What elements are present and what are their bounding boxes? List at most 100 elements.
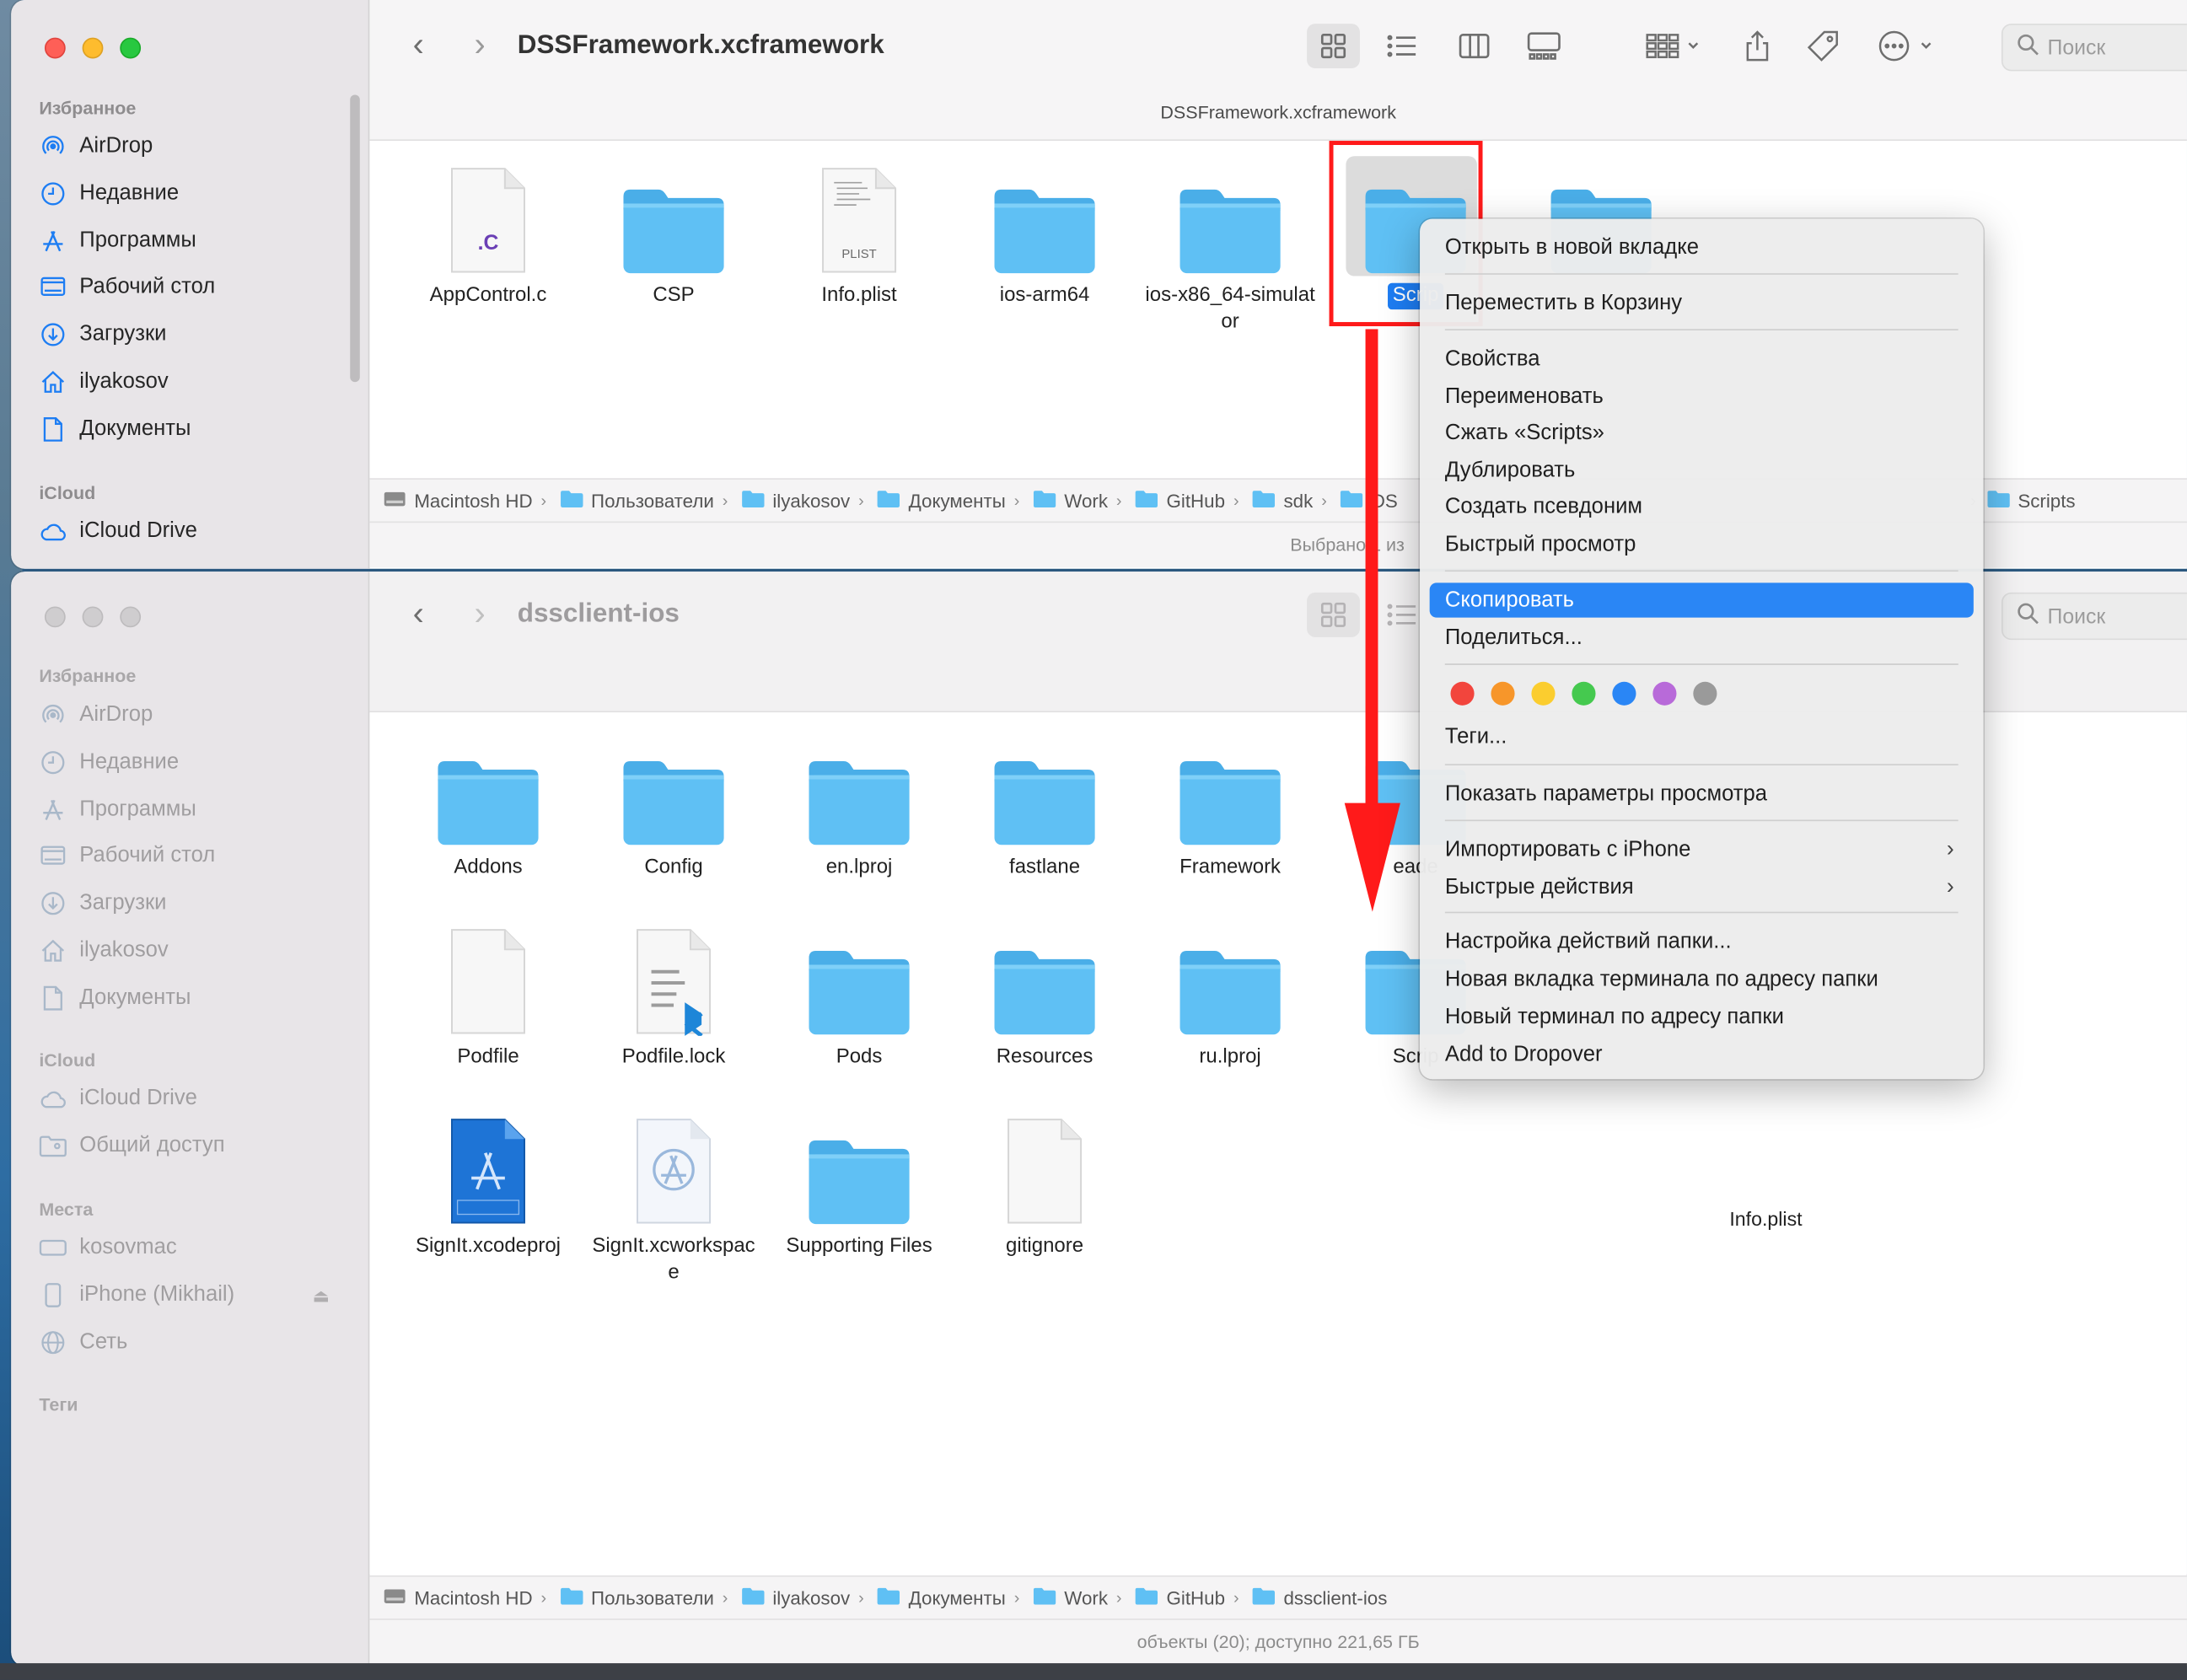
sidebar-item-icloud-drive[interactable]: iCloud Drive xyxy=(39,512,197,550)
sidebar-item-icloud-drive[interactable]: iCloud Drive xyxy=(39,1079,197,1118)
close-button[interactable] xyxy=(44,606,66,628)
file-item[interactable]: PLIST Info.plist xyxy=(769,160,950,309)
file-item[interactable]: gitignore xyxy=(954,1111,1136,1260)
path-segment[interactable]: Work › xyxy=(1033,490,1122,511)
path-segment[interactable]: GitHub › xyxy=(1136,1586,1239,1608)
sidebar-item-недавние[interactable]: Недавние xyxy=(39,174,179,212)
path-segment[interactable]: Документы › xyxy=(878,490,1019,511)
tag-color-dot[interactable] xyxy=(1572,681,1596,706)
folder-item[interactable]: Pods xyxy=(769,921,950,1071)
back-button[interactable]: ‹ xyxy=(400,595,437,633)
tag-color-dot[interactable] xyxy=(1450,681,1475,706)
folder-item[interactable]: en.lproj xyxy=(769,732,950,881)
menu-item[interactable]: Переименовать xyxy=(1430,379,1974,414)
menu-item[interactable]: Поделиться... xyxy=(1430,620,1974,655)
menu-item[interactable]: Создать псевдоним xyxy=(1430,490,1974,524)
sidebar-item-недавние[interactable]: Недавние xyxy=(39,743,179,781)
search-field[interactable]: Поиск xyxy=(2001,592,2187,641)
tag-color-dot[interactable] xyxy=(1612,681,1636,706)
forward-button[interactable]: › xyxy=(462,595,498,633)
share-button[interactable] xyxy=(1737,24,1779,68)
path-segment[interactable]: Macintosh HD › xyxy=(384,490,546,511)
close-button[interactable] xyxy=(44,37,66,59)
path-segment[interactable]: Пользователи › xyxy=(560,1586,728,1608)
menu-item[interactable]: Новый терминал по адресу папки xyxy=(1430,1000,1974,1034)
zoom-button[interactable] xyxy=(120,606,142,628)
minimize-button[interactable] xyxy=(82,606,104,628)
sidebar-item-ilyakosov[interactable]: ilyakosov xyxy=(39,362,169,401)
path-segment-end[interactable]: › Scripts xyxy=(1970,490,2076,511)
group-by-button[interactable] xyxy=(1642,24,1706,68)
sidebar-item-рабочий-стол[interactable]: Рабочий стол xyxy=(39,837,215,876)
folder-item[interactable]: CSP xyxy=(583,160,764,309)
sidebar-item-рабочий-стол[interactable]: Рабочий стол xyxy=(39,268,215,307)
sidebar-item-загрузки[interactable]: Загрузки xyxy=(39,315,167,354)
menu-item[interactable]: Быстрый просмотр xyxy=(1430,527,1974,561)
sidebar-item-программы[interactable]: Программы xyxy=(39,221,196,260)
folder-item[interactable]: Config xyxy=(583,732,764,881)
tag-color-dot[interactable] xyxy=(1491,681,1515,706)
path-segment[interactable]: Macintosh HD › xyxy=(384,1587,546,1608)
folder-item[interactable]: Addons xyxy=(397,732,578,881)
list-view-button[interactable] xyxy=(1377,24,1427,68)
sidebar-item-документы[interactable]: Документы xyxy=(39,979,191,1017)
tag-color-dot[interactable] xyxy=(1531,681,1556,706)
path-segment[interactable]: Пользователи › xyxy=(560,490,728,511)
folder-item[interactable]: ios-arm64 xyxy=(954,160,1136,309)
folder-item[interactable]: Resources xyxy=(954,921,1136,1071)
sidebar-item-загрузки[interactable]: Загрузки xyxy=(39,884,167,923)
zoom-button[interactable] xyxy=(120,37,142,59)
menu-item[interactable]: Сжать «Scripts» xyxy=(1430,416,1974,450)
folder-item[interactable]: Framework xyxy=(1140,732,1321,881)
file-item[interactable]: .C AppControl.c xyxy=(397,160,578,309)
path-segment[interactable]: ilyakosov › xyxy=(741,1586,864,1608)
sidebar-item-общий-доступ[interactable]: Общий доступ xyxy=(39,1126,225,1165)
menu-item[interactable]: Скопировать xyxy=(1429,582,1974,618)
menu-item[interactable]: Add to Dropover xyxy=(1430,1038,1974,1072)
folder-item[interactable]: ios-x86_64-simulator xyxy=(1140,160,1321,335)
tag-color-dot[interactable] xyxy=(1652,681,1677,706)
sidebar-scrollbar[interactable] xyxy=(350,94,360,383)
sidebar-item-ilyakosov[interactable]: ilyakosov xyxy=(39,931,169,970)
file-item[interactable]: SignIt.xcworkspac e xyxy=(583,1111,764,1286)
menu-item[interactable]: Импортировать с iPhone › xyxy=(1430,832,1974,867)
column-view-button[interactable] xyxy=(1449,24,1500,68)
path-segment[interactable]: ilyakosov › xyxy=(741,490,864,511)
path-segment[interactable]: sdk › xyxy=(1253,490,1327,511)
menu-item[interactable]: Открыть в новой вкладке xyxy=(1430,230,1974,265)
gallery-view-button[interactable] xyxy=(1516,24,1572,68)
path-segment[interactable]: Документы › xyxy=(878,1586,1019,1608)
eject-icon[interactable]: ⏏ xyxy=(313,1285,330,1307)
folder-item[interactable]: fastlane xyxy=(954,732,1136,881)
sidebar-item-сеть[interactable]: Сеть xyxy=(39,1323,127,1362)
file-item[interactable]: SignIt.xcodeproj xyxy=(397,1111,578,1260)
tag-button[interactable] xyxy=(1801,24,1846,68)
folder-item[interactable]: ru.lproj xyxy=(1140,921,1321,1071)
menu-item[interactable]: Переместить в Корзину xyxy=(1430,286,1974,320)
menu-item[interactable]: Новая вкладка терминала по адресу папки xyxy=(1430,962,1974,996)
minimize-button[interactable] xyxy=(82,37,104,59)
sidebar-item-iphone-mikhail-[interactable]: iPhone (Mikhail) xyxy=(39,1275,234,1314)
file-item[interactable]: Podfile xyxy=(397,921,578,1071)
menu-item[interactable]: Теги... xyxy=(1430,719,1974,754)
menu-item[interactable]: Настройка действий папки... xyxy=(1430,925,1974,959)
forward-button[interactable]: › xyxy=(462,26,498,64)
file-item[interactable]: Podfile.lock xyxy=(583,921,764,1071)
folder-item[interactable]: Supporting Files xyxy=(769,1111,950,1260)
sidebar-item-airdrop[interactable]: AirDrop xyxy=(39,127,153,166)
sidebar-item-документы[interactable]: Документы xyxy=(39,410,191,448)
icon-view-button[interactable] xyxy=(1307,24,1360,69)
back-button[interactable]: ‹ xyxy=(400,26,437,64)
menu-item[interactable]: Быстрые действия › xyxy=(1430,870,1974,904)
path-segment[interactable]: GitHub › xyxy=(1136,490,1239,511)
menu-item[interactable]: Свойства xyxy=(1430,341,1974,376)
sidebar-item-kosovmac[interactable]: kosovmac xyxy=(39,1228,177,1267)
tag-color-dot[interactable] xyxy=(1693,681,1717,706)
menu-item[interactable]: Дублировать xyxy=(1430,454,1974,488)
action-menu-button[interactable] xyxy=(1873,24,1940,68)
sidebar-item-программы[interactable]: Программы xyxy=(39,790,196,829)
sidebar-item-airdrop[interactable]: AirDrop xyxy=(39,695,153,734)
path-segment[interactable]: dssclient-ios xyxy=(1253,1586,1387,1608)
search-field[interactable]: Поиск xyxy=(2001,24,2187,72)
path-segment[interactable]: Work › xyxy=(1033,1586,1122,1608)
